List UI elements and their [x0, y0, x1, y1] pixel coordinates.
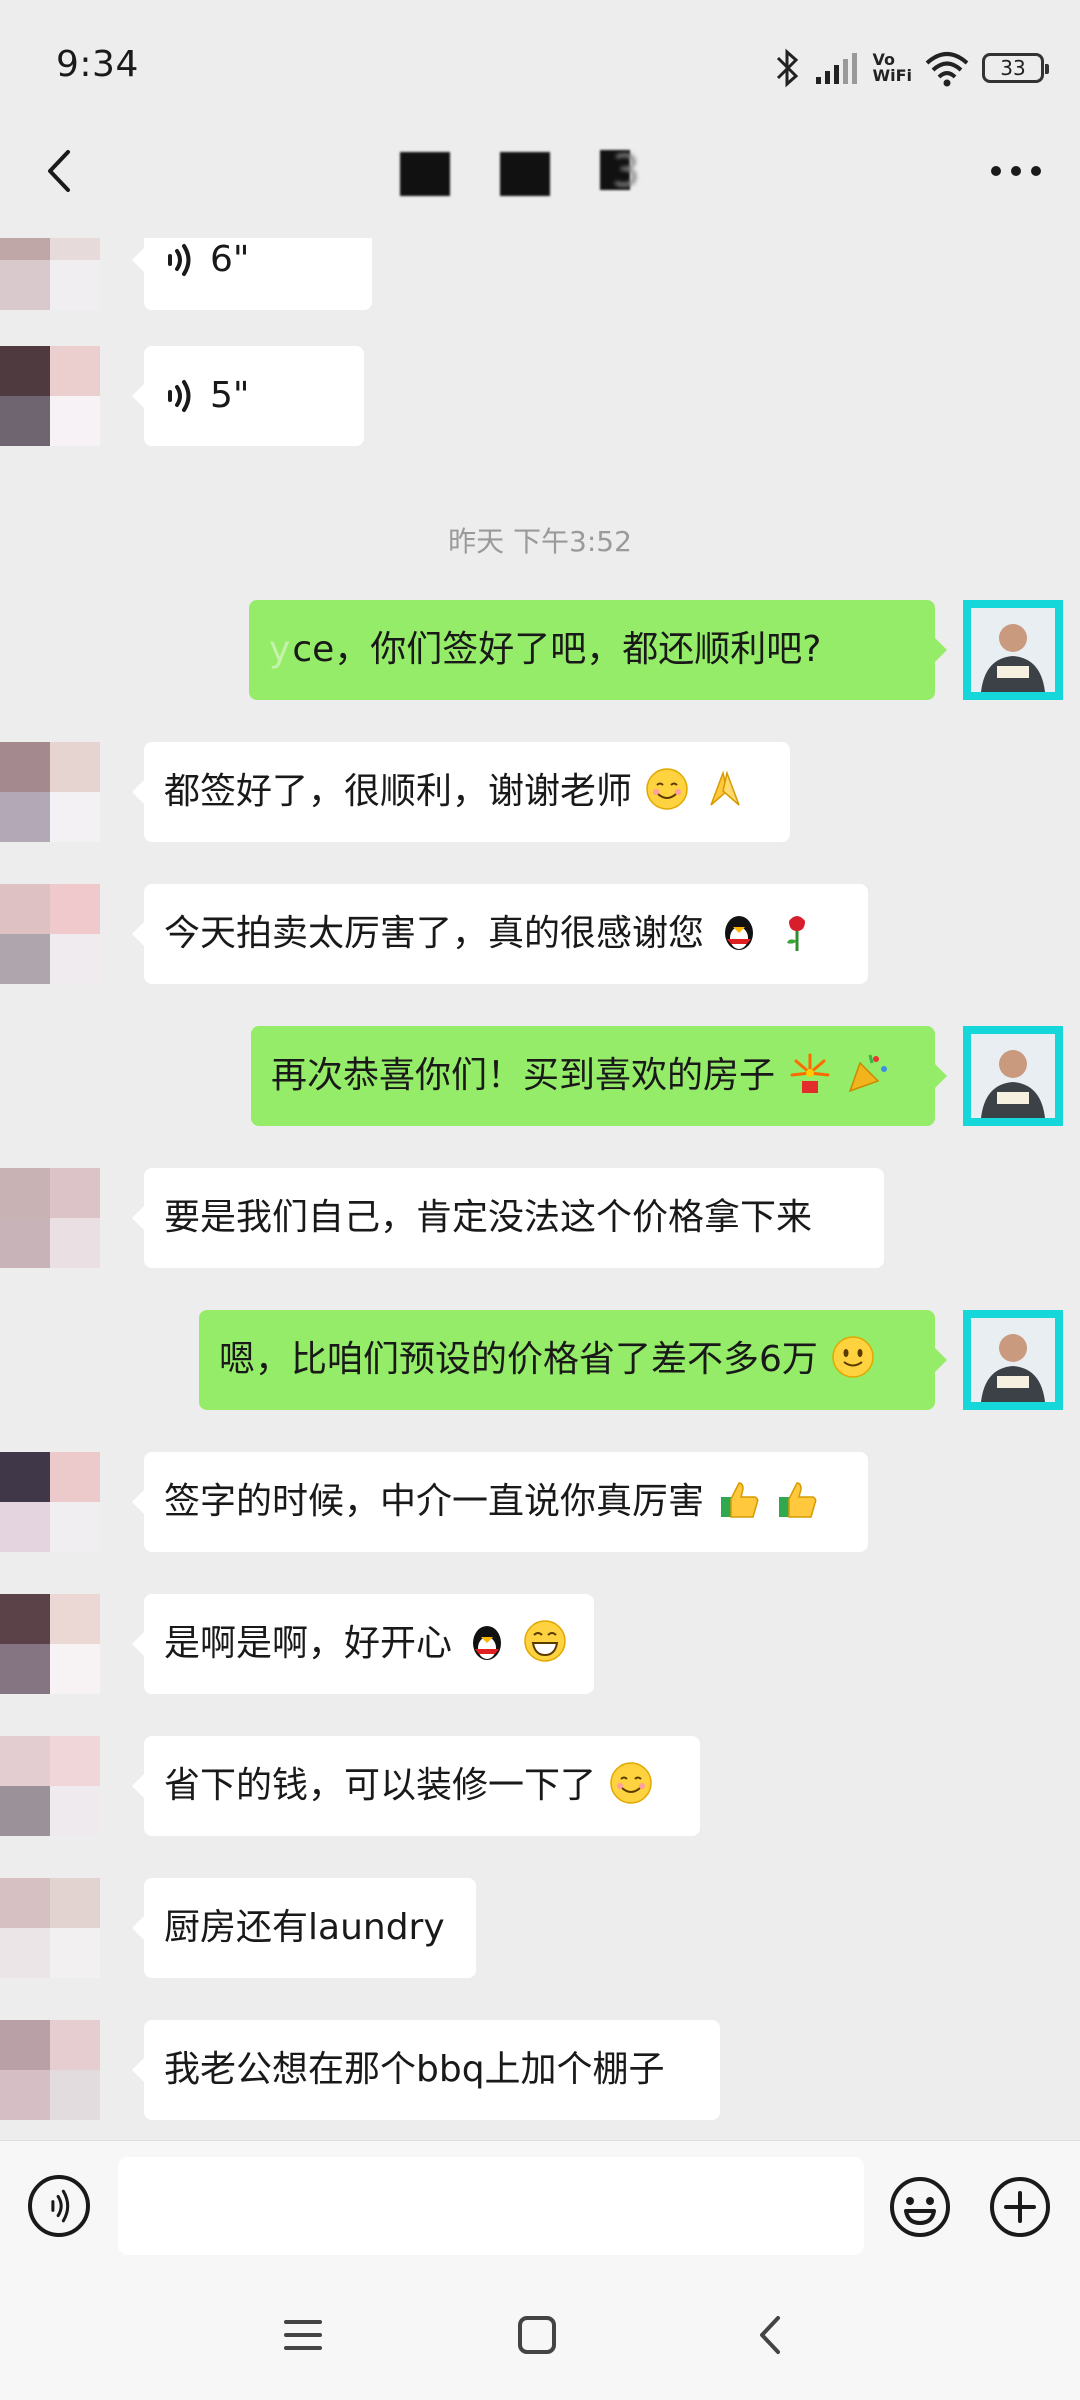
voice-wave-icon	[168, 244, 191, 276]
incoming-message[interactable]: 是啊是啊，好开心	[132, 1594, 594, 1694]
message-row: 省下的钱，可以装修一下了	[0, 1736, 1080, 1836]
contact-avatar-blurred[interactable]	[0, 742, 100, 842]
person-photo-icon	[971, 608, 1055, 692]
voice-message[interactable]: 5"	[132, 346, 364, 446]
person-photo-icon	[971, 1318, 1055, 1402]
message-row: 都签好了，很顺利，谢谢老师	[0, 742, 1080, 842]
self-avatar[interactable]	[963, 1310, 1063, 1410]
input-bar	[0, 2140, 1080, 2270]
back-arrow-icon[interactable]	[36, 146, 86, 196]
person-photo-icon	[971, 1034, 1055, 1118]
incoming-message[interactable]: 我老公想在那个bbq上加个棚子	[132, 2020, 720, 2120]
message-row: 今天拍卖太厉害了，真的很感谢您	[0, 884, 1080, 984]
thumbs-up-emoji-icon	[778, 1482, 817, 1518]
blush-smile-emoji-icon	[646, 768, 689, 810]
contact-avatar-blurred[interactable]	[0, 1878, 100, 1978]
outgoing-message[interactable]: 再次恭喜你们！买到喜欢的房子	[251, 1026, 947, 1126]
message-row: 签字的时候，中介一直说你真厉害	[0, 1452, 1080, 1552]
grin-emoji-icon	[524, 1620, 566, 1662]
contact-avatar-blurred[interactable]	[0, 1168, 100, 1268]
message-row: 再次恭喜你们！买到喜欢的房子	[0, 1026, 1080, 1126]
voice-duration: 6"	[210, 239, 250, 280]
rose-emoji-icon	[786, 916, 805, 951]
message-row: 我老公想在那个bbq上加个棚子	[0, 2020, 1080, 2120]
message-list[interactable]: 6" 5" 昨天 下午3:52 yce，你们签好了吧，都还顺利吧? 都签好了，很…	[0, 238, 1080, 2140]
contact-avatar-blurred[interactable]	[0, 1452, 100, 1552]
system-nav-bar	[0, 2270, 1080, 2400]
party-popper-emoji-icon	[848, 1054, 887, 1093]
voice-message[interactable]: 6"	[132, 238, 372, 310]
penguin-emoji-icon	[725, 916, 754, 950]
battery-icon: 33	[982, 53, 1049, 83]
fireworks-emoji-icon	[790, 1053, 830, 1093]
wifi-icon	[925, 52, 969, 87]
vowifi-label: Vo WiFi	[872, 50, 912, 85]
message-row: 厨房还有laundry	[0, 1878, 1080, 1978]
incoming-message[interactable]: 签字的时候，中介一直说你真厉害	[132, 1452, 868, 1552]
status-time: 9:34	[56, 44, 139, 85]
blush-smile-emoji-icon	[610, 1762, 653, 1804]
chat-screen: 9:34 Vo WiFi 33 3 6" 5" 昨天 下午3:52 yce，你们…	[0, 0, 1080, 2400]
incoming-message[interactable]: 要是我们自己，肯定没法这个价格拿下来	[132, 1168, 884, 1268]
incoming-message[interactable]: 今天拍卖太厉害了，真的很感谢您	[132, 884, 868, 984]
chat-title-redacted: 3	[390, 140, 690, 204]
bluetooth-icon	[777, 48, 799, 88]
message-row: 6"	[0, 238, 1080, 310]
contact-avatar-blurred[interactable]	[0, 2020, 100, 2120]
battery-level: 33	[1000, 56, 1026, 80]
message-row: 要是我们自己，肯定没法这个价格拿下来	[0, 1168, 1080, 1268]
message-row: 嗯，比咱们预设的价格省了差不多6万	[0, 1310, 1080, 1410]
emoji-icon[interactable]	[888, 2175, 952, 2239]
time-divider: 昨天 下午3:52	[448, 525, 632, 558]
message-row: 是啊是啊，好开心	[0, 1594, 1080, 1694]
incoming-message[interactable]: 厨房还有laundry	[132, 1878, 476, 1978]
praying-hands-emoji-icon	[710, 770, 740, 806]
contact-avatar-blurred[interactable]	[0, 884, 100, 984]
chat-title-tail: 3	[612, 146, 640, 197]
plus-icon[interactable]	[988, 2175, 1052, 2239]
message-row: yce，你们签好了吧，都还顺利吧?	[0, 600, 1080, 700]
contact-avatar-blurred[interactable]	[0, 238, 100, 310]
chat-header: 3	[0, 106, 1080, 238]
redaction-block	[500, 152, 550, 196]
self-avatar[interactable]	[963, 1026, 1063, 1126]
redaction-block	[400, 152, 450, 196]
message-input[interactable]	[118, 2157, 864, 2255]
more-icon[interactable]	[988, 156, 1044, 186]
contact-avatar-blurred[interactable]	[0, 1594, 100, 1694]
outgoing-message[interactable]: yce，你们签好了吧，都还顺利吧?	[249, 600, 947, 700]
status-icons: Vo WiFi 33	[774, 46, 1049, 90]
signal-icon	[816, 53, 858, 84]
home-icon[interactable]	[514, 2312, 560, 2358]
self-avatar[interactable]	[963, 600, 1063, 700]
incoming-message[interactable]: 省下的钱，可以装修一下了	[132, 1736, 700, 1836]
contact-avatar-blurred[interactable]	[0, 346, 100, 446]
message-row: 5"	[0, 346, 1080, 446]
contact-avatar-blurred[interactable]	[0, 1736, 100, 1836]
penguin-emoji-icon	[473, 1626, 502, 1660]
smile-emoji-icon	[832, 1336, 875, 1378]
menu-icon[interactable]	[280, 2312, 326, 2358]
thumbs-up-emoji-icon	[721, 1482, 759, 1518]
status-bar: 9:34 Vo WiFi 33	[0, 0, 1080, 106]
outgoing-message[interactable]: 嗯，比咱们预设的价格省了差不多6万	[199, 1310, 947, 1410]
back-icon[interactable]	[748, 2312, 794, 2358]
incoming-message[interactable]: 都签好了，很顺利，谢谢老师	[132, 742, 790, 842]
voice-duration: 5"	[210, 375, 250, 416]
voice-toggle-icon[interactable]	[28, 2175, 90, 2237]
voice-wave-icon	[168, 380, 191, 412]
